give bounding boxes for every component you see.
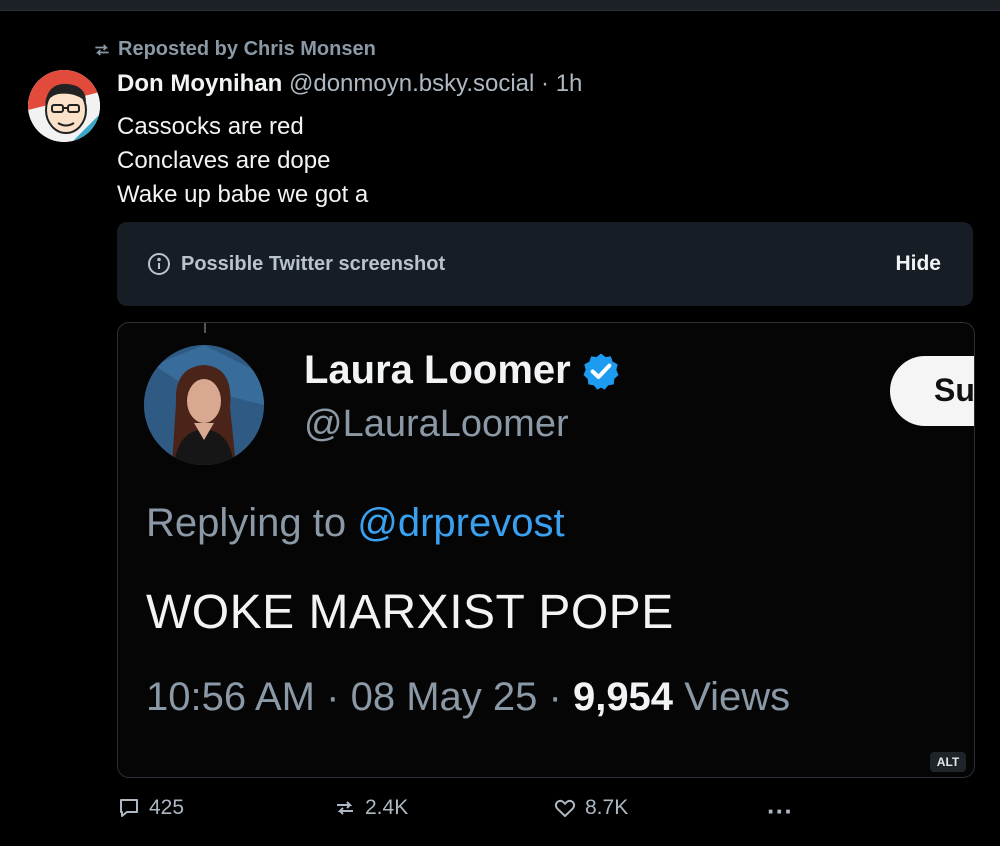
post-actions: 425 2.4K 8.7K ··· bbox=[117, 796, 977, 826]
author-handle[interactable]: @donmoyn.bsky.social bbox=[289, 70, 534, 97]
embedded-author-handle: @LauraLoomer bbox=[304, 403, 569, 445]
cartoon-face-icon bbox=[28, 70, 100, 142]
info-icon bbox=[148, 253, 170, 275]
content-warning: Possible Twitter screenshot Hide bbox=[117, 222, 973, 306]
author-name[interactable]: Don Moynihan bbox=[117, 70, 282, 97]
more-options-button[interactable]: ··· bbox=[767, 796, 793, 827]
repost-indicator[interactable]: Reposted by Chris Monsen bbox=[92, 38, 376, 61]
verified-badge-icon bbox=[583, 353, 619, 390]
embedded-avatar bbox=[144, 345, 264, 465]
more-options-icon: ··· bbox=[767, 796, 793, 826]
post-line: Cassocks are red bbox=[117, 113, 304, 140]
replying-prefix: Replying to bbox=[146, 501, 347, 545]
repost-label: Reposted by Chris Monsen bbox=[118, 38, 376, 60]
hide-button[interactable]: Hide bbox=[895, 252, 941, 276]
repost-button[interactable]: 2.4K bbox=[333, 796, 408, 820]
embedded-date: 08 May 25 bbox=[350, 675, 538, 719]
repost-count: 2.4K bbox=[365, 796, 409, 819]
replying-mention: @drprevost bbox=[357, 501, 565, 545]
reply-button[interactable]: 425 bbox=[117, 796, 184, 820]
embedded-name-row: Laura Loomer bbox=[304, 348, 621, 393]
post-line: Wake up babe we got a bbox=[117, 181, 369, 208]
like-button[interactable]: 8.7K bbox=[553, 796, 628, 820]
meta-separator: · bbox=[548, 675, 562, 719]
replying-to: Replying to @drprevost bbox=[146, 501, 565, 546]
divider bbox=[204, 323, 206, 333]
post-time[interactable]: 1h bbox=[556, 70, 583, 97]
repost-icon bbox=[95, 43, 109, 56]
profile-photo-icon bbox=[144, 345, 264, 465]
post-text: Cassocks are red Conclaves are dope Wake… bbox=[117, 110, 368, 212]
reply-icon bbox=[120, 799, 138, 817]
views-count: 9,954 bbox=[572, 675, 674, 719]
warning-label: Possible Twitter screenshot bbox=[181, 252, 446, 275]
author-avatar[interactable] bbox=[28, 70, 100, 142]
reply-count: 425 bbox=[149, 796, 185, 819]
heart-icon bbox=[554, 799, 576, 817]
embedded-time: 10:56 AM bbox=[146, 675, 316, 719]
views-label: Views bbox=[684, 675, 791, 719]
like-count: 8.7K bbox=[585, 796, 629, 819]
header-separator: · bbox=[541, 70, 550, 97]
meta-separator: · bbox=[326, 675, 340, 719]
embedded-author-name: Laura Loomer bbox=[304, 348, 571, 392]
embedded-tweet-meta: 10:56 AM · 08 May 25 · 9,954 Views bbox=[146, 675, 790, 720]
subscribe-button: Su bbox=[890, 356, 974, 426]
alt-text-badge[interactable]: ALT bbox=[930, 752, 966, 772]
warning-info: Possible Twitter screenshot bbox=[147, 252, 445, 276]
post-line: Conclaves are dope bbox=[117, 147, 331, 174]
top-bar bbox=[0, 0, 1000, 11]
repost-icon bbox=[337, 801, 353, 815]
embedded-tweet-text: WOKE MARXIST POPE bbox=[146, 586, 674, 639]
post-header: Don Moynihan @donmoyn.bsky.social · 1h bbox=[117, 70, 582, 98]
embedded-screenshot[interactable]: Laura Loomer @LauraLoomer Su Replying to… bbox=[117, 322, 975, 778]
